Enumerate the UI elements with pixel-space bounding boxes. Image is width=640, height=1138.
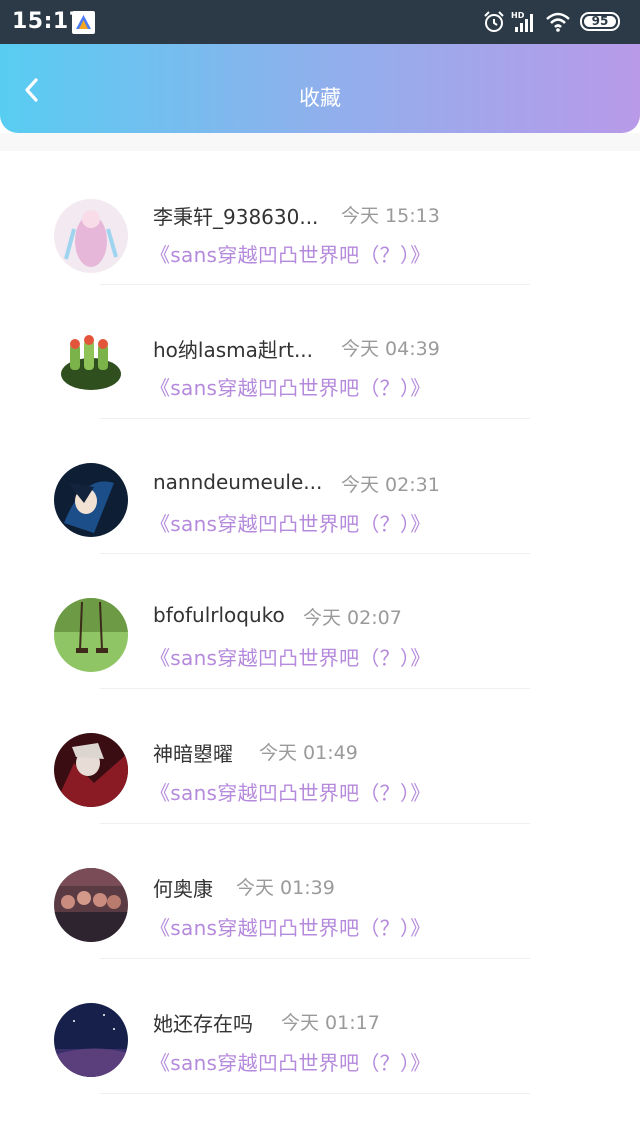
alarm-icon — [482, 10, 506, 34]
item-time: 今天 04:39 — [341, 338, 440, 360]
wifi-icon — [544, 11, 574, 33]
battery-level: 95 — [584, 15, 616, 27]
header-bar: 收藏 — [0, 44, 640, 133]
divider — [100, 284, 530, 285]
avatar — [54, 1003, 128, 1077]
signal-icon: HD — [511, 10, 539, 34]
item-title[interactable]: 《sans穿越凹凸世界吧（？）》 — [150, 508, 431, 537]
item-author: 她还存在吗 — [153, 1012, 253, 1036]
list-item[interactable]: 李秉轩_938630... 今天 15:13 《sans穿越凹凸世界吧（？）》 — [0, 151, 640, 286]
avatar — [54, 328, 128, 402]
item-author: bfofulrloquko — [153, 603, 285, 627]
header-shadow — [0, 133, 640, 151]
avatar — [54, 868, 128, 942]
item-time: 今天 01:17 — [281, 1012, 380, 1034]
divider — [100, 958, 530, 959]
divider — [100, 418, 530, 419]
item-title[interactable]: 《sans穿越凹凸世界吧（？）》 — [150, 912, 431, 941]
item-title[interactable]: 《sans穿越凹凸世界吧（？）》 — [150, 777, 431, 806]
item-author: 李秉轩_938630... — [153, 205, 319, 229]
item-title[interactable]: 《sans穿越凹凸世界吧（？）》 — [150, 372, 431, 401]
avatar — [54, 199, 128, 273]
app-notification-icon — [72, 11, 95, 34]
divider — [100, 688, 530, 689]
status-bar: 15:17 HD 95 — [0, 0, 640, 44]
item-author: nanndeumeule... — [153, 470, 323, 494]
list-item[interactable]: 神暗曌曜 今天 01:49 《sans穿越凹凸世界吧（？）》 — [0, 691, 640, 826]
item-title[interactable]: 《sans穿越凹凸世界吧（？）》 — [150, 239, 431, 268]
avatar — [54, 463, 128, 537]
item-author: 神暗曌曜 — [153, 742, 233, 766]
signal-hd-label: HD — [511, 11, 525, 20]
item-time: 今天 15:13 — [341, 205, 440, 227]
page-title: 收藏 — [299, 86, 341, 110]
battery-icon: 95 — [580, 12, 620, 31]
item-author: 何奥康 — [153, 877, 213, 901]
avatar — [54, 598, 128, 672]
item-time: 今天 01:39 — [236, 877, 335, 899]
item-title[interactable]: 《sans穿越凹凸世界吧（？）》 — [150, 642, 431, 671]
divider — [100, 553, 530, 554]
list-item[interactable]: 她还存在吗 今天 01:17 《sans穿越凹凸世界吧（？）》 — [0, 961, 640, 1096]
item-title[interactable]: 《sans穿越凹凸世界吧（？）》 — [150, 1047, 431, 1076]
list-item[interactable]: ho纳lasma赳rt... 今天 04:39 《sans穿越凹凸世界吧（？）》 — [0, 286, 640, 421]
item-time: 今天 02:31 — [341, 474, 440, 496]
item-time: 今天 01:49 — [259, 742, 358, 764]
item-time: 今天 02:07 — [303, 607, 402, 629]
item-author: ho纳lasma赳rt... — [153, 338, 314, 362]
divider — [100, 1093, 530, 1094]
divider — [100, 823, 530, 824]
list-item[interactable]: nanndeumeule... 今天 02:31 《sans穿越凹凸世界吧（？）… — [0, 421, 640, 556]
list-item[interactable]: bfofulrloquko 今天 02:07 《sans穿越凹凸世界吧（？）》 — [0, 556, 640, 691]
avatar — [54, 733, 128, 807]
list-item[interactable]: 何奥康 今天 01:39 《sans穿越凹凸世界吧（？）》 — [0, 826, 640, 961]
